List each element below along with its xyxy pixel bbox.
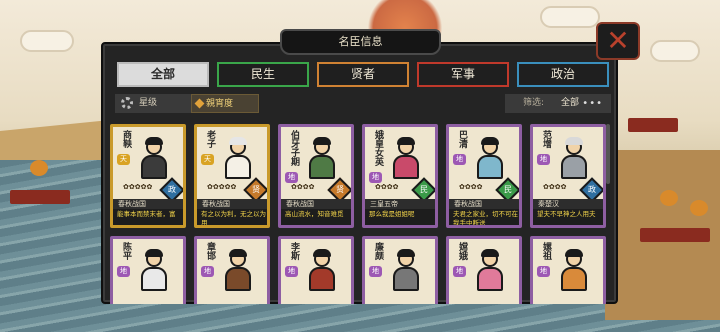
minister-quote: 夫君之家业，切不可在我手中断送 [449, 209, 519, 225]
minister-card[interactable]: 巴清 地 ✿✿✿✿ 民 春秋战国 夫君之家业，切不可在我手中断送 [446, 124, 522, 228]
favor-sort-label: 親宵度 [206, 99, 234, 109]
rank-badge: 地 [369, 266, 382, 277]
minister-name: 李斯 [289, 242, 299, 260]
tab-politics[interactable]: 政治 [517, 62, 609, 87]
minister-name: 娥皇女英 [373, 130, 383, 166]
minister-card[interactable]: 老子 天 ✿✿✿✿✿ 贤 春秋战国 有之以为利，无之以为用 [194, 124, 270, 228]
cloud [540, 6, 600, 28]
minister-portrait [557, 137, 591, 179]
minister-portrait [389, 137, 423, 179]
building-roof [10, 190, 70, 204]
minister-name: 嫘祖 [541, 242, 551, 260]
star-rating: ✿✿✿✿ [375, 183, 399, 191]
minister-portrait [305, 137, 339, 179]
building-roof [640, 228, 710, 242]
minister-card[interactable]: 嫘祖 地 [530, 236, 606, 304]
minister-name: 章邯 [205, 242, 215, 260]
minister-name: 伯牙子期 [289, 130, 299, 166]
rank-badge: 地 [453, 154, 466, 165]
minister-portrait [473, 137, 507, 179]
filter-bar: 星级 親宵度 筛选: 全部 ••• [111, 94, 611, 113]
cloud [650, 40, 700, 62]
close-button[interactable]: ✕ [596, 22, 640, 60]
minister-card[interactable]: 伯牙子期 地 ✿✿✿✿ 贤 春秋战国 高山流水，知音难觅 [278, 124, 354, 228]
close-icon: ✕ [606, 24, 630, 57]
minister-card[interactable]: 嫦娥 地 [446, 236, 522, 304]
minister-portrait [221, 249, 255, 291]
minister-card[interactable]: 范增 地 ✿✿✿✿ 政 秦楚汉 望夫不早神之人用夫 [530, 124, 606, 228]
star-rating: ✿✿✿✿ [291, 183, 315, 191]
minister-name: 巴清 [457, 130, 467, 148]
minister-portrait [137, 137, 171, 179]
minister-name: 嫦娥 [457, 242, 467, 260]
minister-quote: 能事本而禁末者，富 [113, 209, 183, 225]
cloud [20, 30, 74, 52]
minister-name: 陈平 [121, 242, 131, 260]
building-roof [628, 118, 678, 132]
minister-card[interactable]: 娥皇女英 地 ✿✿✿✿ 民 三皇五帝 那么我是姐姐呢 [362, 124, 438, 228]
rank-badge: 地 [285, 266, 298, 277]
minister-card[interactable]: 商鞅 天 ✿✿✿✿✿ 政 春秋战国 能事本而禁末者，富 [110, 124, 186, 228]
minister-portrait [305, 249, 339, 291]
rank-badge: 地 [537, 154, 550, 165]
minister-name: 廉颇 [373, 242, 383, 260]
filter-select[interactable]: 筛选: 全部 ••• [505, 94, 611, 113]
minister-quote: 望夫不早神之人用夫 [533, 209, 603, 225]
minister-portrait [557, 249, 591, 291]
minister-card[interactable]: 陈平 地 [110, 236, 186, 304]
tab-military[interactable]: 军事 [417, 62, 509, 87]
minister-quote: 那么我是姐姐呢 [365, 209, 435, 225]
autumn-tree [660, 190, 678, 206]
tab-people[interactable]: 民生 [217, 62, 309, 87]
rank-badge: 地 [285, 172, 298, 183]
star-sort-label: 星级 [139, 98, 158, 108]
dialog-title: 名臣信息 [280, 29, 441, 55]
era-label: 三皇五帝 [365, 199, 435, 209]
minister-name: 商鞅 [121, 130, 131, 148]
rank-badge: 天 [117, 154, 130, 165]
minister-card[interactable]: 李斯 地 [278, 236, 354, 304]
minister-quote: 高山流水，知音难觅 [281, 209, 351, 225]
minister-quote: 有之以为利，无之以为用 [197, 209, 267, 225]
tab-sage[interactable]: 贤者 [317, 62, 409, 87]
star-rating: ✿✿✿✿✿ [123, 183, 153, 191]
rank-badge: 地 [117, 266, 130, 277]
more-icon[interactable]: ••• [582, 94, 603, 113]
rank-badge: 地 [201, 266, 214, 277]
filter-value: 全部 [561, 98, 580, 108]
tab-all[interactable]: 全部 [117, 62, 209, 87]
minister-card[interactable]: 廉颇 地 [362, 236, 438, 304]
rank-badge: 地 [369, 172, 382, 183]
minister-portrait [473, 249, 507, 291]
minister-portrait [137, 249, 171, 291]
diamond-icon [194, 98, 205, 109]
era-label: 春秋战国 [281, 199, 351, 209]
rank-badge: 天 [201, 154, 214, 165]
era-label: 春秋战国 [113, 199, 183, 209]
era-label: 春秋战国 [197, 199, 267, 209]
favor-sort-button[interactable]: 親宵度 [191, 94, 259, 113]
rank-badge: 地 [537, 266, 550, 277]
scrollbar[interactable] [606, 124, 610, 184]
minister-name: 范增 [541, 130, 551, 148]
era-label: 春秋战国 [449, 199, 519, 209]
autumn-tree [690, 200, 708, 216]
era-label: 秦楚汉 [533, 199, 603, 209]
minister-portrait [221, 137, 255, 179]
star-sort-button[interactable]: 星级 [115, 94, 201, 113]
rank-badge: 地 [453, 266, 466, 277]
star-rating: ✿✿✿✿✿ [207, 183, 237, 191]
star-rating: ✿✿✿✿ [543, 183, 567, 191]
minister-portrait [389, 249, 423, 291]
filter-label: 筛选: [523, 98, 545, 108]
gear-icon [121, 97, 133, 109]
minister-card[interactable]: 章邯 地 [194, 236, 270, 304]
minister-name: 老子 [205, 130, 215, 148]
autumn-tree [30, 160, 48, 176]
star-rating: ✿✿✿✿ [459, 183, 483, 191]
minister-grid: 商鞅 天 ✿✿✿✿✿ 政 春秋战国 能事本而禁末者，富 老子 天 ✿✿✿✿✿ 贤… [110, 124, 606, 304]
